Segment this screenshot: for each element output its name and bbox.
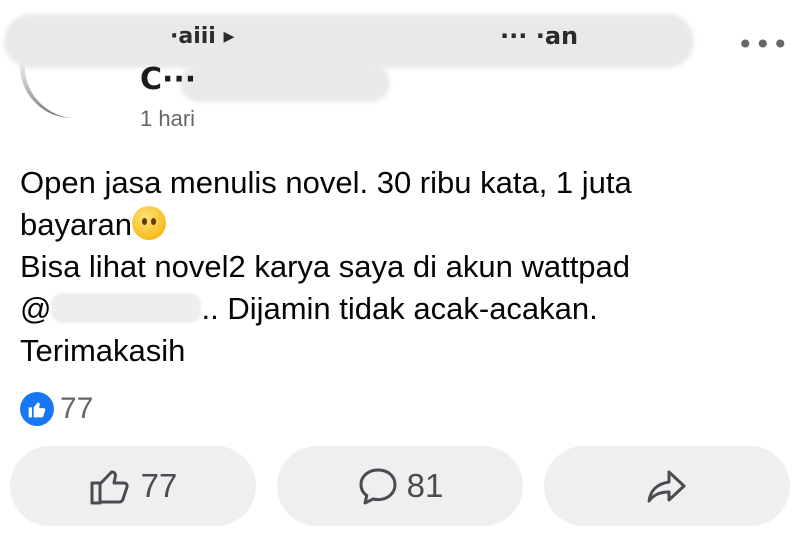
hushed-face-emoji-icon (132, 206, 167, 240)
like-count: 77 (140, 467, 178, 504)
redaction-name-line2 (180, 64, 390, 102)
post-text-line: Terimakasih (20, 333, 186, 368)
group-name-fragment[interactable]: C··· (140, 62, 196, 97)
share-icon (647, 470, 686, 503)
post-actions: 77 81 (10, 446, 790, 526)
redaction-name (4, 14, 694, 68)
mention-prefix: @ (20, 291, 52, 326)
more-options-button[interactable]: ••• (737, 31, 790, 59)
reaction-count: 77 (60, 392, 94, 425)
author-name-fragment[interactable]: ·aiii ▸ (170, 24, 235, 49)
like-button[interactable]: 77 (10, 446, 256, 526)
comment-icon (359, 468, 397, 505)
post-text-fragment: bayaran (20, 207, 133, 242)
post-card: ·aiii ▸ ··· ·an C··· 1 hari ••• Open jas… (0, 0, 800, 536)
author-name-fragment-right[interactable]: ··· ·an (500, 22, 578, 50)
comment-count: 81 (406, 467, 444, 504)
comment-button[interactable]: 81 (277, 446, 523, 526)
post-text-line: @ .. Dijamin tidak acak-acakan. (20, 288, 780, 330)
post-text-line: Bisa lihat novel2 karya saya di akun wat… (20, 249, 631, 284)
like-icon (20, 392, 54, 426)
share-button[interactable] (544, 446, 790, 526)
post-text-fragment: .. Dijamin tidak acak-acakan. (201, 291, 598, 326)
post-timestamp[interactable]: 1 hari (140, 106, 195, 132)
post-text: Open jasa menulis novel. 30 ribu kata, 1… (20, 162, 780, 372)
post-text-line: Open jasa menulis novel. 30 ribu kata, 1… (20, 165, 632, 200)
post-text-line: bayaran (20, 204, 780, 246)
reaction-summary[interactable]: 77 (20, 392, 93, 426)
redacted-mention[interactable] (51, 293, 202, 323)
thumbs-up-icon (90, 470, 129, 505)
